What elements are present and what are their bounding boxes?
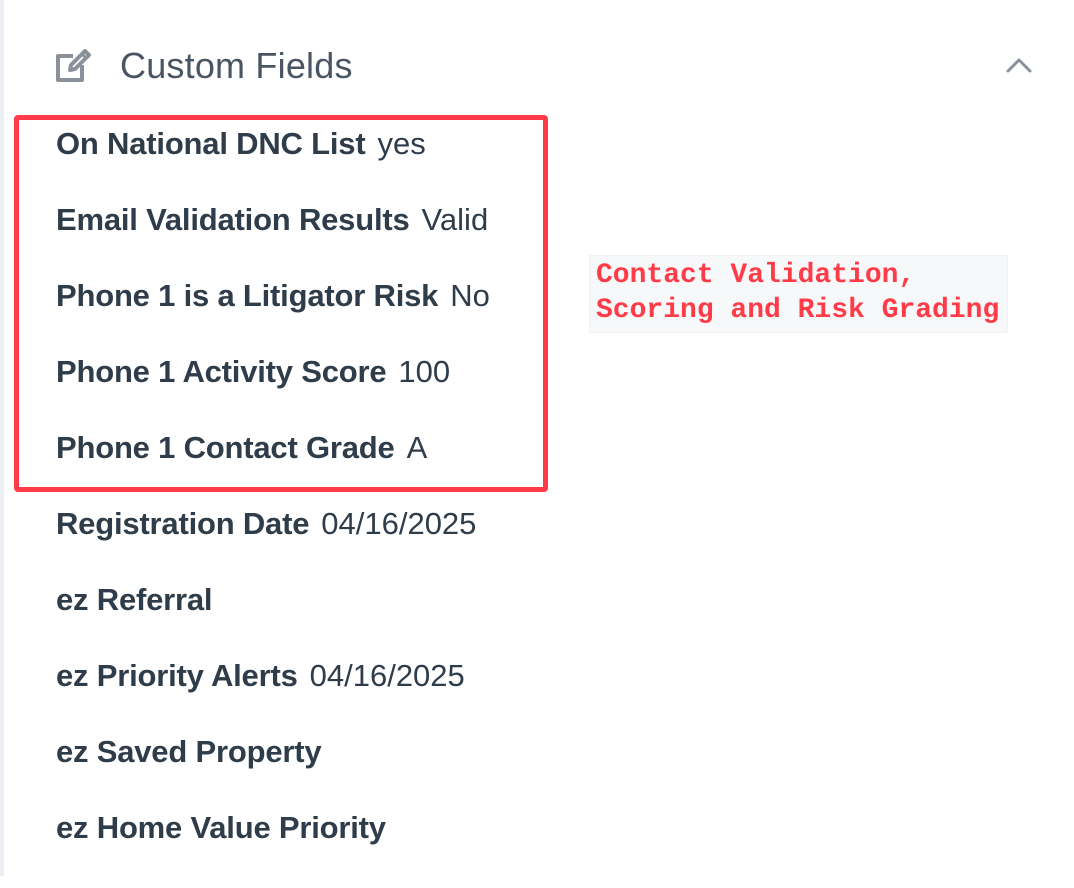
edit-square-icon (52, 45, 94, 87)
field-label: Phone 1 Activity Score (56, 354, 387, 389)
field-row-ez-referral: ez Referral (56, 584, 616, 660)
field-value: No (450, 278, 490, 313)
field-row-ez-priority-alerts: ez Priority Alerts 04/16/2025 (56, 660, 616, 736)
field-label: ez Saved Property (56, 734, 322, 769)
field-value: yes (377, 126, 426, 161)
field-label: ez Referral (56, 582, 213, 617)
field-value: 100 (398, 354, 451, 389)
field-label: Phone 1 Contact Grade (56, 430, 395, 465)
custom-fields-panel: Custom Fields On National DNC List yes E… (0, 0, 1074, 876)
field-label: Email Validation Results (56, 202, 410, 237)
field-value: 04/16/2025 (321, 506, 477, 541)
field-row-phone-1-activity-score: Phone 1 Activity Score 100 (56, 356, 616, 432)
chevron-up-icon[interactable] (1004, 50, 1034, 80)
field-label: On National DNC List (56, 126, 366, 161)
annotation-callout: Contact Validation, Scoring and Risk Gra… (590, 256, 1008, 332)
section-title: Custom Fields (120, 45, 353, 86)
field-label: Phone 1 is a Litigator Risk (56, 278, 439, 313)
field-row-phone-1-litigator-risk: Phone 1 is a Litigator Risk No (56, 280, 616, 356)
annotation-line-1: Contact Validation, (596, 260, 916, 291)
field-value: A (406, 430, 428, 465)
annotation-line-2: Scoring and Risk Grading (596, 295, 1000, 326)
field-row-on-national-dnc-list: On National DNC List yes (56, 128, 616, 204)
field-row-email-validation-results: Email Validation Results Valid (56, 204, 616, 280)
field-label: Registration Date (56, 506, 310, 541)
field-row-ez-saved-property: ez Saved Property (56, 736, 616, 812)
field-row-phone-1-contact-grade: Phone 1 Contact Grade A (56, 432, 616, 508)
field-value: 04/16/2025 (309, 658, 465, 693)
custom-fields-header[interactable]: Custom Fields (52, 36, 1042, 96)
field-value: Valid (421, 202, 489, 237)
custom-fields-list: On National DNC List yes Email Validatio… (56, 128, 616, 888)
field-label: ez Home Value Priority (56, 810, 386, 845)
field-row-registration-date: Registration Date 04/16/2025 (56, 508, 616, 584)
field-label: ez Priority Alerts (56, 658, 298, 693)
field-row-ez-home-value-priority: ez Home Value Priority (56, 812, 616, 888)
